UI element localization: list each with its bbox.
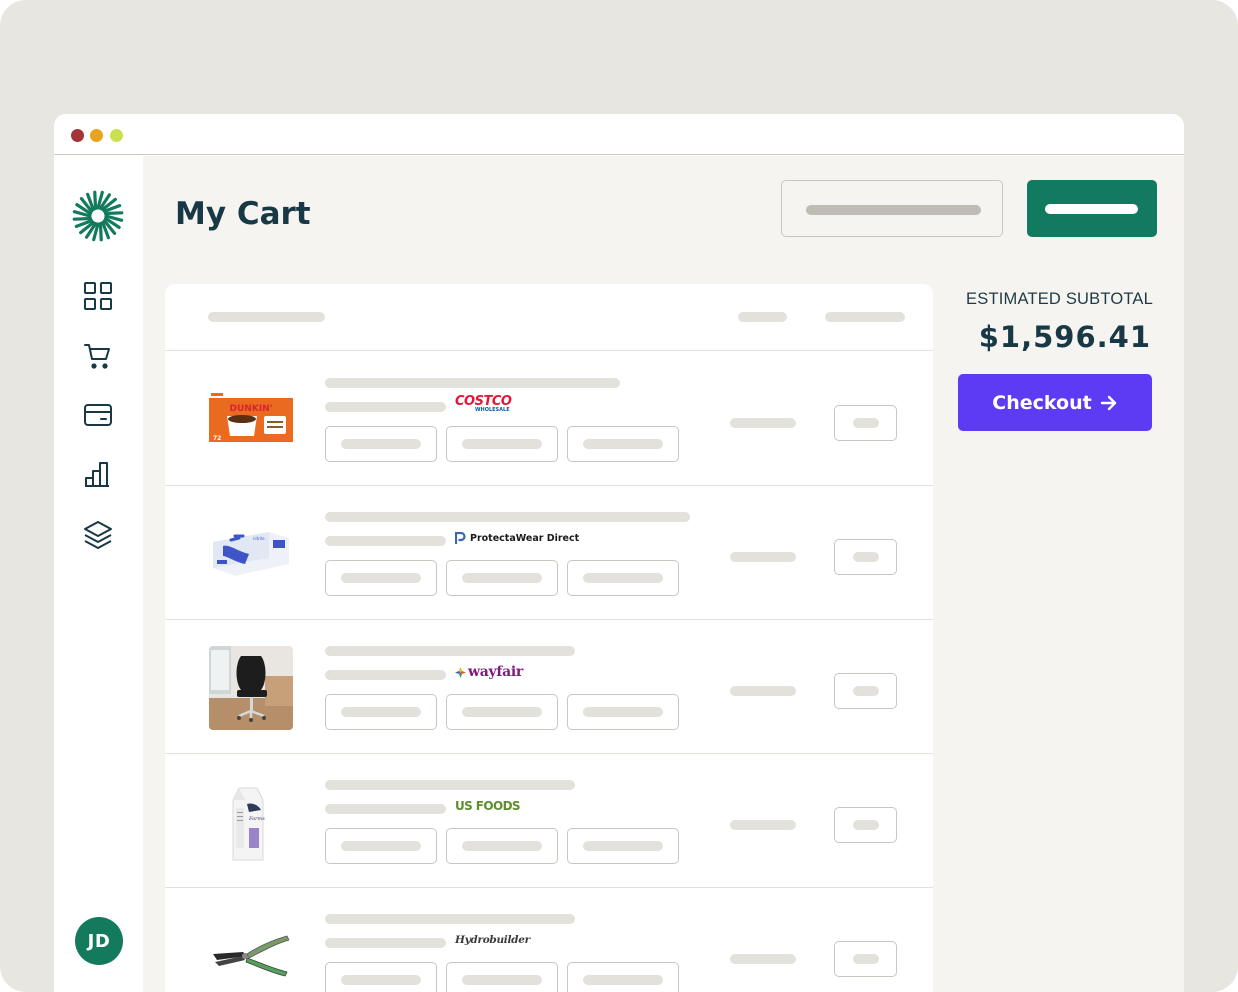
main-content: My Cart DUNKIN' 72 COSTCO WHOLESALE nitr…	[143, 156, 1184, 992]
office-chair-image[interactable]	[209, 646, 293, 730]
svg-text:72: 72	[213, 435, 221, 442]
minimize-window-dot[interactable]	[90, 129, 103, 142]
bar-chart-icon[interactable]	[82, 458, 114, 490]
option-chip[interactable]	[567, 694, 679, 730]
cart-icon[interactable]	[82, 340, 114, 372]
dashboard-grid-icon[interactable]	[82, 280, 114, 312]
search-placeholder-bar	[806, 205, 981, 215]
vendor-name: COSTCO	[455, 393, 512, 409]
product-sku-bar	[325, 536, 446, 546]
option-chip[interactable]	[325, 962, 437, 992]
window-titlebar	[54, 114, 1184, 155]
user-avatar[interactable]: JD	[75, 917, 123, 965]
vendor-logo-wayfair: wayfair	[455, 664, 523, 680]
vendor-subname: WHOLESALE	[475, 406, 510, 413]
price-bar	[730, 418, 796, 428]
quantity-stepper[interactable]	[834, 807, 897, 843]
option-chip[interactable]	[325, 828, 437, 864]
vendor-name: wayfair	[468, 664, 523, 680]
option-chip[interactable]	[446, 828, 558, 864]
product-sku-bar	[325, 402, 446, 412]
price-bar	[730, 820, 796, 830]
layers-icon[interactable]	[82, 518, 114, 550]
milk-carton-image[interactable]: Farms	[209, 780, 293, 864]
option-chip[interactable]	[446, 560, 558, 596]
header-qty-bar	[825, 312, 905, 322]
svg-text:DUNKIN': DUNKIN'	[230, 404, 273, 414]
header-search-field[interactable]	[781, 180, 1003, 237]
option-chip[interactable]	[446, 694, 558, 730]
vendor-logo-usfoods: US FOODS	[455, 798, 521, 814]
vendor-name: ProtectaWear Direct	[470, 532, 580, 544]
button-label-bar	[1045, 204, 1138, 214]
product-title-bar	[325, 378, 620, 388]
option-chip[interactable]	[567, 828, 679, 864]
header-action-button[interactable]	[1027, 180, 1157, 237]
price-bar	[730, 552, 796, 562]
vendor-name: Hydrobuilder	[455, 934, 530, 946]
vendor-logo-hydrobuilder: Hydrobuilder	[455, 932, 530, 948]
option-chip[interactable]	[325, 694, 437, 730]
option-chip[interactable]	[567, 426, 679, 462]
close-window-dot[interactable]	[71, 129, 84, 142]
product-title-bar	[325, 914, 575, 924]
estimated-subtotal-label: ESTIMATED SUBTOTAL	[966, 290, 1153, 308]
price-bar	[730, 954, 796, 964]
wayfair-pinwheel-icon	[455, 666, 466, 678]
app-backdrop: JD My Cart DUNKIN' 72 COSTCO WHOLESALE n…	[0, 0, 1238, 992]
cart-row: DUNKIN' 72 COSTCO WHOLESALE	[165, 352, 933, 486]
vendor-logo-costco: COSTCO WHOLESALE	[455, 393, 512, 413]
product-title-bar	[325, 512, 690, 522]
quantity-stepper[interactable]	[834, 673, 897, 709]
cart-row: Farms US FOODS	[165, 754, 933, 888]
product-title-bar	[325, 780, 575, 790]
vendor-name: US FOODS	[455, 799, 521, 813]
protectawear-p-icon	[455, 531, 466, 544]
cart-row: Hydrobuilder	[165, 888, 933, 992]
arrow-right-icon	[1100, 395, 1116, 410]
pruning-shears-image[interactable]	[209, 914, 293, 992]
gloves-box-image[interactable]: nitrile	[209, 512, 293, 596]
quantity-stepper[interactable]	[834, 539, 897, 575]
product-sku-bar	[325, 670, 446, 680]
product-title-bar	[325, 646, 575, 656]
option-chip[interactable]	[567, 560, 679, 596]
estimated-subtotal-amount: $1,596.41	[978, 320, 1151, 354]
page-title: My Cart	[175, 196, 311, 232]
product-sku-bar	[325, 804, 446, 814]
cart-row: wayfair	[165, 620, 933, 754]
option-chip[interactable]	[446, 426, 558, 462]
cart-table-header	[165, 284, 933, 351]
coffee-box-image[interactable]: DUNKIN' 72	[209, 378, 293, 462]
maximize-window-dot[interactable]	[110, 129, 123, 142]
option-chip[interactable]	[325, 560, 437, 596]
sidebar: JD	[54, 156, 143, 992]
starburst-logo-icon[interactable]	[72, 190, 124, 242]
option-chip[interactable]	[567, 962, 679, 992]
credit-card-icon[interactable]	[82, 399, 114, 431]
checkout-button[interactable]: Checkout	[958, 374, 1152, 431]
option-chip[interactable]	[325, 426, 437, 462]
price-bar	[730, 686, 796, 696]
quantity-stepper[interactable]	[834, 405, 897, 441]
product-sku-bar	[325, 938, 446, 948]
browser-window: JD My Cart DUNKIN' 72 COSTCO WHOLESALE n…	[54, 114, 1184, 992]
checkout-label: Checkout	[992, 391, 1092, 414]
header-price-bar	[738, 312, 787, 322]
option-chip[interactable]	[446, 962, 558, 992]
header-item-bar	[208, 312, 325, 322]
svg-text:nitrile: nitrile	[253, 536, 265, 541]
cart-row: nitrile ProtectaWear Direct	[165, 486, 933, 620]
quantity-stepper[interactable]	[834, 941, 897, 977]
svg-text:Farms: Farms	[248, 816, 265, 822]
vendor-logo-protectawear: ProtectaWear Direct	[455, 530, 579, 546]
cart-items-panel: DUNKIN' 72 COSTCO WHOLESALE nitrile Prot…	[165, 284, 933, 992]
